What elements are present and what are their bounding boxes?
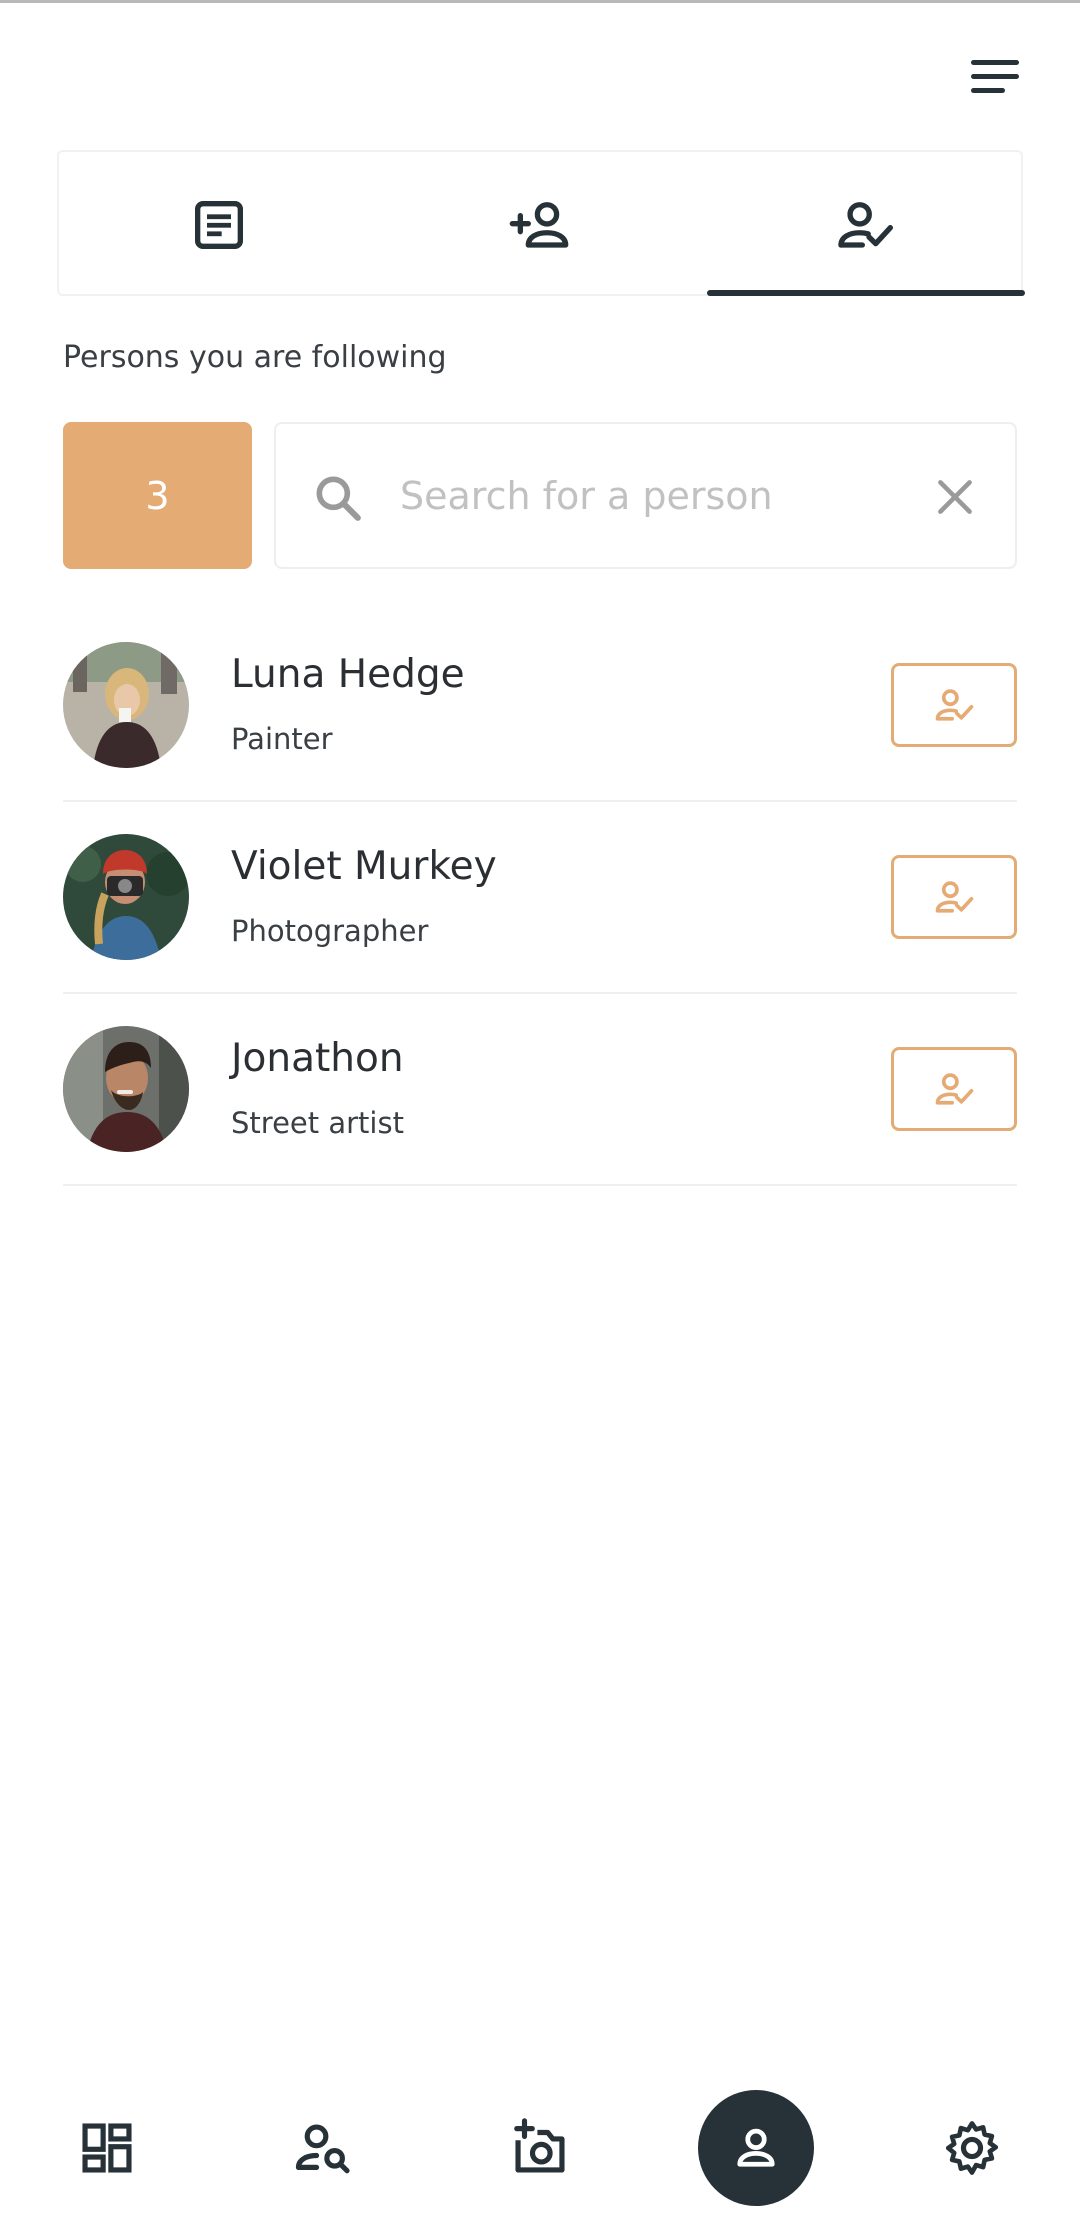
tab-add-person[interactable] [379,152,699,298]
status-divider [0,0,1080,3]
menu-button[interactable] [965,52,1025,102]
section-label: Persons you are following [63,340,447,375]
list-item[interactable]: Jonathon Street artist [63,994,1017,1186]
dashboard-icon [82,2123,132,2173]
person-icon [737,2128,775,2167]
avatar [63,834,189,960]
person-add-icon [509,202,569,248]
search-input[interactable] [398,462,902,530]
following-count-badge: 3 [63,422,252,569]
person-role: Photographer [231,914,429,948]
article-icon [195,201,243,249]
person-name: Jonathon [231,1036,404,1081]
gear-icon [945,2121,999,2175]
person-role: Painter [231,722,333,756]
unfollow-button[interactable] [891,1047,1017,1131]
nav-settings[interactable] [914,2090,1030,2206]
active-tab-indicator [707,290,1025,296]
nav-dashboard[interactable] [49,2090,165,2206]
person-name: Violet Murkey [231,844,497,889]
following-list: Luna Hedge Painter Violet Murkey Photogr… [63,610,1017,1186]
nav-profile[interactable] [698,2090,814,2206]
search-icon [316,476,361,521]
avatar [63,642,189,768]
person-check-icon [935,689,974,721]
tab-posts[interactable] [59,152,379,298]
person-name: Luna Hedge [231,652,465,697]
profile-tabs [57,150,1025,298]
close-icon[interactable] [930,472,980,522]
person-check-icon [838,202,893,248]
nav-add-photo[interactable] [482,2090,598,2206]
person-check-icon [935,1073,974,1105]
person-check-icon [935,881,974,913]
nav-search-people[interactable] [265,2090,381,2206]
person-search-icon [295,2124,350,2174]
avatar [63,1026,189,1152]
list-item[interactable]: Violet Murkey Photographer [63,802,1017,994]
search-box [274,422,1017,569]
bottom-navigation [0,2080,1080,2220]
person-role: Street artist [231,1106,404,1140]
menu-icon [971,60,1019,93]
tab-following[interactable] [705,152,1025,298]
add-camera-icon [514,2118,565,2173]
list-item[interactable]: Luna Hedge Painter [63,610,1017,802]
unfollow-button[interactable] [891,663,1017,747]
unfollow-button[interactable] [891,855,1017,939]
